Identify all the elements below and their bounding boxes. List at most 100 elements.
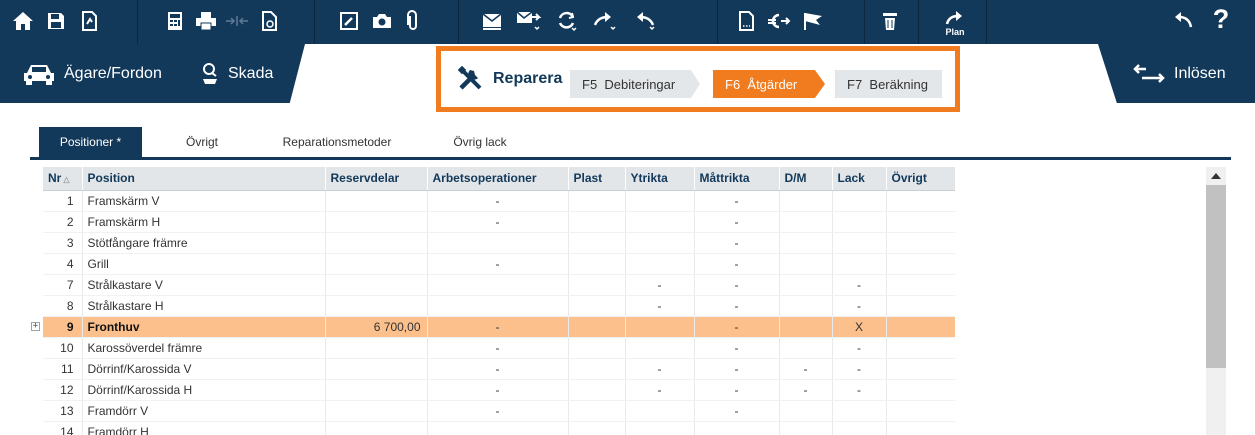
cell-plastic[interactable] bbox=[568, 316, 626, 338]
cell-position[interactable]: Grill bbox=[82, 253, 326, 275]
cell-other[interactable] bbox=[886, 253, 955, 275]
cell-position[interactable]: Framskärm V bbox=[82, 190, 326, 212]
cell-nr[interactable]: 11 bbox=[43, 358, 83, 380]
cell-paint[interactable]: - bbox=[832, 295, 887, 317]
cell-spare-parts[interactable] bbox=[325, 358, 428, 380]
cell-nr[interactable]: 3 bbox=[43, 232, 83, 254]
cell-work-operations[interactable]: - bbox=[427, 316, 569, 338]
table-row[interactable]: 4 Grill - - bbox=[43, 253, 955, 275]
home-icon[interactable] bbox=[10, 8, 36, 34]
cell-work-operations[interactable] bbox=[427, 421, 569, 435]
cell-other[interactable] bbox=[886, 316, 955, 338]
cell-surface-align[interactable] bbox=[625, 190, 695, 212]
cell-paint[interactable] bbox=[832, 211, 887, 233]
table-row[interactable]: 3 Stötfångare främre - bbox=[43, 232, 955, 254]
cell-plastic[interactable] bbox=[568, 379, 626, 401]
cell-nr[interactable]: 9 bbox=[43, 316, 83, 338]
cell-work-operations[interactable]: - bbox=[427, 379, 569, 401]
col-dm[interactable]: D/M bbox=[779, 167, 833, 191]
cell-dm[interactable]: - bbox=[779, 379, 833, 401]
step-f7-calculation[interactable]: F7 Beräkning bbox=[835, 70, 942, 98]
calculator-icon[interactable] bbox=[162, 8, 188, 34]
col-paint[interactable]: Lack bbox=[832, 167, 887, 191]
cell-spare-parts[interactable] bbox=[325, 274, 428, 296]
cell-position[interactable]: Framdörr V bbox=[82, 400, 326, 422]
cell-position[interactable]: Framdörr H bbox=[82, 421, 326, 435]
cell-measure-align[interactable]: - bbox=[694, 253, 780, 275]
cell-surface-align[interactable] bbox=[625, 316, 695, 338]
table-row[interactable]: 7 Strålkastare V--- bbox=[43, 274, 955, 296]
cell-dm[interactable] bbox=[779, 421, 833, 435]
send-mail-icon[interactable] bbox=[516, 8, 542, 34]
col-measure-align[interactable]: Måttrikta bbox=[694, 167, 780, 191]
cell-paint[interactable] bbox=[832, 400, 887, 422]
nav-damage[interactable]: Skada bbox=[200, 44, 273, 103]
col-plastic[interactable]: Plast bbox=[568, 167, 626, 191]
forward-icon[interactable] bbox=[592, 8, 618, 34]
cell-measure-align[interactable] bbox=[694, 421, 780, 435]
table-row[interactable]: 11 Dörrinf/Karossida V----- bbox=[43, 358, 955, 380]
cell-surface-align[interactable] bbox=[625, 400, 695, 422]
cell-work-operations[interactable]: - bbox=[427, 190, 569, 212]
cell-paint[interactable]: - bbox=[832, 337, 887, 359]
cell-nr[interactable]: 8 bbox=[43, 295, 83, 317]
cell-position[interactable]: Strålkastare H bbox=[82, 295, 326, 317]
cell-plastic[interactable] bbox=[568, 358, 626, 380]
cell-plastic[interactable] bbox=[568, 232, 626, 254]
cell-surface-align[interactable] bbox=[625, 337, 695, 359]
table-row[interactable]: 14 Framdörr H bbox=[43, 421, 955, 435]
cell-position[interactable]: Stötfångare främre bbox=[82, 232, 326, 254]
cell-surface-align[interactable] bbox=[625, 421, 695, 435]
cell-dm[interactable] bbox=[779, 295, 833, 317]
col-spare-parts[interactable]: Reservdelar bbox=[325, 167, 428, 191]
sync-icon[interactable] bbox=[554, 8, 580, 34]
help-icon[interactable]: ? bbox=[1208, 4, 1234, 34]
cell-surface-align[interactable] bbox=[625, 232, 695, 254]
cell-other[interactable] bbox=[886, 274, 955, 296]
cell-surface-align[interactable] bbox=[625, 253, 695, 275]
cell-plastic[interactable] bbox=[568, 253, 626, 275]
cell-measure-align[interactable]: - bbox=[694, 190, 780, 212]
cell-other[interactable] bbox=[886, 190, 955, 212]
cell-work-operations[interactable]: - bbox=[427, 358, 569, 380]
cell-plastic[interactable] bbox=[568, 211, 626, 233]
cell-other[interactable] bbox=[886, 379, 955, 401]
cell-spare-parts[interactable] bbox=[325, 253, 428, 275]
cell-work-operations[interactable]: - bbox=[427, 337, 569, 359]
cell-measure-align[interactable]: - bbox=[694, 358, 780, 380]
cell-nr[interactable]: 12 bbox=[43, 379, 83, 401]
document-message-icon[interactable] bbox=[733, 8, 759, 34]
cell-plastic[interactable] bbox=[568, 274, 626, 296]
cell-work-operations[interactable] bbox=[427, 232, 569, 254]
cell-work-operations[interactable]: - bbox=[427, 211, 569, 233]
cell-measure-align[interactable]: - bbox=[694, 316, 780, 338]
cell-paint[interactable]: - bbox=[832, 274, 887, 296]
printer-icon[interactable] bbox=[193, 8, 219, 34]
mail-icon[interactable] bbox=[479, 8, 505, 34]
cell-paint[interactable]: - bbox=[832, 379, 887, 401]
cell-plastic[interactable] bbox=[568, 190, 626, 212]
table-row[interactable]: 2 Framskärm H - - bbox=[43, 211, 955, 233]
cell-nr[interactable]: 2 bbox=[43, 211, 83, 233]
cell-dm[interactable] bbox=[779, 211, 833, 233]
cell-surface-align[interactable]: - bbox=[625, 295, 695, 317]
cell-dm[interactable] bbox=[779, 274, 833, 296]
cell-measure-align[interactable]: - bbox=[694, 295, 780, 317]
paperclip-icon[interactable] bbox=[400, 8, 426, 34]
cell-plastic[interactable] bbox=[568, 400, 626, 422]
cell-paint[interactable]: X bbox=[832, 316, 887, 338]
cell-paint[interactable]: - bbox=[832, 358, 887, 380]
nav-redemption[interactable]: Inlösen bbox=[1132, 44, 1226, 103]
cell-paint[interactable] bbox=[832, 190, 887, 212]
cell-measure-align[interactable]: - bbox=[694, 232, 780, 254]
cell-measure-align[interactable]: - bbox=[694, 400, 780, 422]
edit-icon[interactable] bbox=[336, 8, 362, 34]
step-f6-actions[interactable]: F6 Åtgärder bbox=[713, 70, 825, 98]
cell-position[interactable]: Karossöverdel främre bbox=[82, 337, 326, 359]
tab-other[interactable]: Övrigt bbox=[167, 127, 237, 157]
cell-measure-align[interactable]: - bbox=[694, 337, 780, 359]
cell-dm[interactable] bbox=[779, 337, 833, 359]
cell-nr[interactable]: 14 bbox=[43, 421, 83, 435]
cell-surface-align[interactable] bbox=[625, 211, 695, 233]
cell-dm[interactable] bbox=[779, 400, 833, 422]
